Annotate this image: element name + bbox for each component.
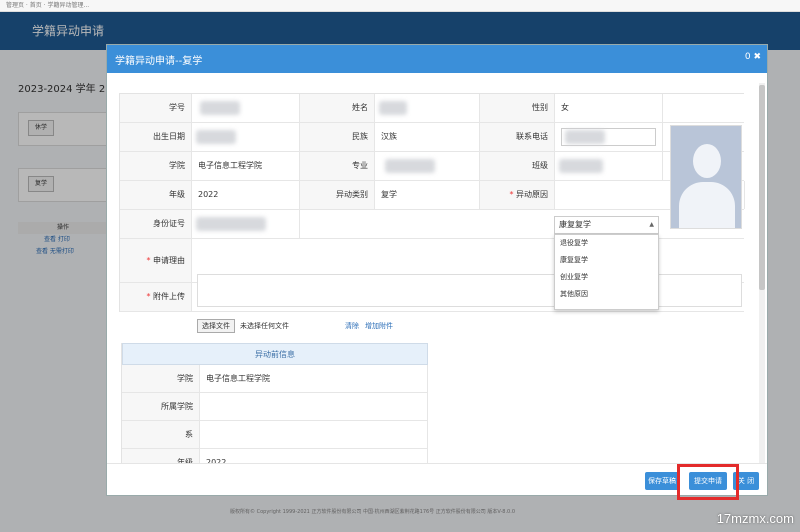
before-info-row: 所属学院 [122,393,428,421]
idcard-label: 身份证号 [120,210,192,238]
minzu-value: 汉族 [375,123,480,151]
zhuanye-value [375,152,480,180]
xueyuan-label: 学院 [120,152,192,180]
choose-file-button[interactable]: 选择文件 [197,319,235,333]
before-info-label: 学院 [122,365,200,392]
phone-label: 联系电话 [480,123,555,151]
submit-highlight-box [677,464,739,500]
xingbie-value: 女 [555,94,663,122]
attach-label: * 附件上传 [120,283,192,311]
scrollbar-thumb[interactable] [759,85,765,290]
birth-value [192,123,300,151]
phone-cell [555,123,663,151]
required-mark: * [146,292,151,301]
attach-label-text: 附件上传 [153,292,185,301]
dropdown-option[interactable]: 创业复学 [555,269,658,286]
zhuanye-label: 专业 [300,152,375,180]
nianji-label: 年级 [120,181,192,209]
file-status: 未选择任何文件 [240,322,289,330]
chevron-down-icon: ▲ [649,221,654,228]
minzu-label: 民族 [300,123,375,151]
modal-body: 学号 姓名 性别 女 出生日期 民族 汉族 联系电话 学院 电子信息工程学院 专… [107,73,767,463]
reason-label-text: 申请理由 [153,256,185,265]
required-mark: * [146,256,151,265]
banji-label: 班级 [480,152,555,180]
avatar-head [693,144,721,178]
avatar-body [679,182,735,228]
before-info-row: 系 [122,421,428,449]
reason-label: * 申请理由 [120,239,192,282]
yidong-type-value: 复学 [375,181,480,209]
before-info-row: 年级 2022 [122,449,428,463]
form-row: 年级 2022 异动类别 复学 * 异动原因 [120,181,745,210]
save-draft-button[interactable]: 保存草稿 [645,472,679,490]
modal-footer: 保存草稿 提交申请 关 闭 [107,463,767,500]
before-info-label: 年级 [122,449,200,463]
birth-label: 出生日期 [120,123,192,151]
form-row: 出生日期 民族 汉族 联系电话 [120,123,744,152]
redacted-blur [196,130,236,144]
before-info-header: 异动前信息 [122,343,428,365]
redacted-blur [565,130,605,144]
redacted-blur [379,101,407,115]
student-photo [670,125,742,229]
before-info-value: 2022 [206,458,227,463]
clear-link[interactable]: 清除 [345,319,359,333]
xuehao-label: 学号 [120,94,192,122]
watermark: 17mzmx.com [716,511,794,526]
redacted-blur [559,159,603,173]
before-info-label: 系 [122,421,200,448]
form-row: 学号 姓名 性别 女 [120,94,744,123]
browser-tab-bar[interactable]: 管理页 · 首页 · 学籍异动管理... [0,0,800,12]
form-row: 学院 电子信息工程学院 专业 班级 [120,152,744,181]
yidong-type-label: 异动类别 [300,181,375,209]
xuehao-value [192,94,300,122]
redacted-blur [385,159,435,173]
xueyuan-value: 电子信息工程学院 [192,152,300,180]
xingming-label: 姓名 [300,94,375,122]
redacted-blur [200,101,240,115]
reason-textarea[interactable] [197,274,742,307]
banji-value [555,152,663,180]
redacted-blur [196,217,266,231]
required-mark: * [509,190,514,199]
before-info-label: 所属学院 [122,393,200,420]
yidong-reason-label-text: 异动原因 [516,190,548,199]
modal-scrollbar[interactable] [759,83,765,467]
close-icon[interactable]: 0 ✖ [745,52,761,62]
yidong-reason-label: * 异动原因 [480,181,555,209]
yidong-reason-select[interactable]: 康复复学 ▲ [554,216,659,234]
yidong-reason-selected: 康复复学 [559,220,591,229]
idcard-value [192,210,300,238]
xingming-value [375,94,480,122]
before-info-value: 电子信息工程学院 [206,374,270,383]
yidong-reason-dropdown: 退役复学 康复复学 创业复学 其他原因 [554,234,659,310]
dropdown-option[interactable]: 康复复学 [555,252,658,269]
dropdown-option[interactable]: 退役复学 [555,235,658,252]
before-info-row: 学院 电子信息工程学院 [122,365,428,393]
application-modal: 学籍异动申请--复学 0 ✖ 学号 姓名 性别 女 出生日期 民族 汉族 联系电… [106,44,768,500]
nianji-value: 2022 [192,181,300,209]
modal-title: 学籍异动申请--复学 [115,56,203,67]
add-attachment-link[interactable]: 增加附件 [365,319,393,333]
dropdown-option[interactable]: 其他原因 [555,286,658,303]
before-info-table: 异动前信息 学院 电子信息工程学院 所属学院 系 年级 2022 [121,343,428,463]
xingbie-label: 性别 [480,94,555,122]
modal-header: 学籍异动申请--复学 0 ✖ [107,45,767,73]
